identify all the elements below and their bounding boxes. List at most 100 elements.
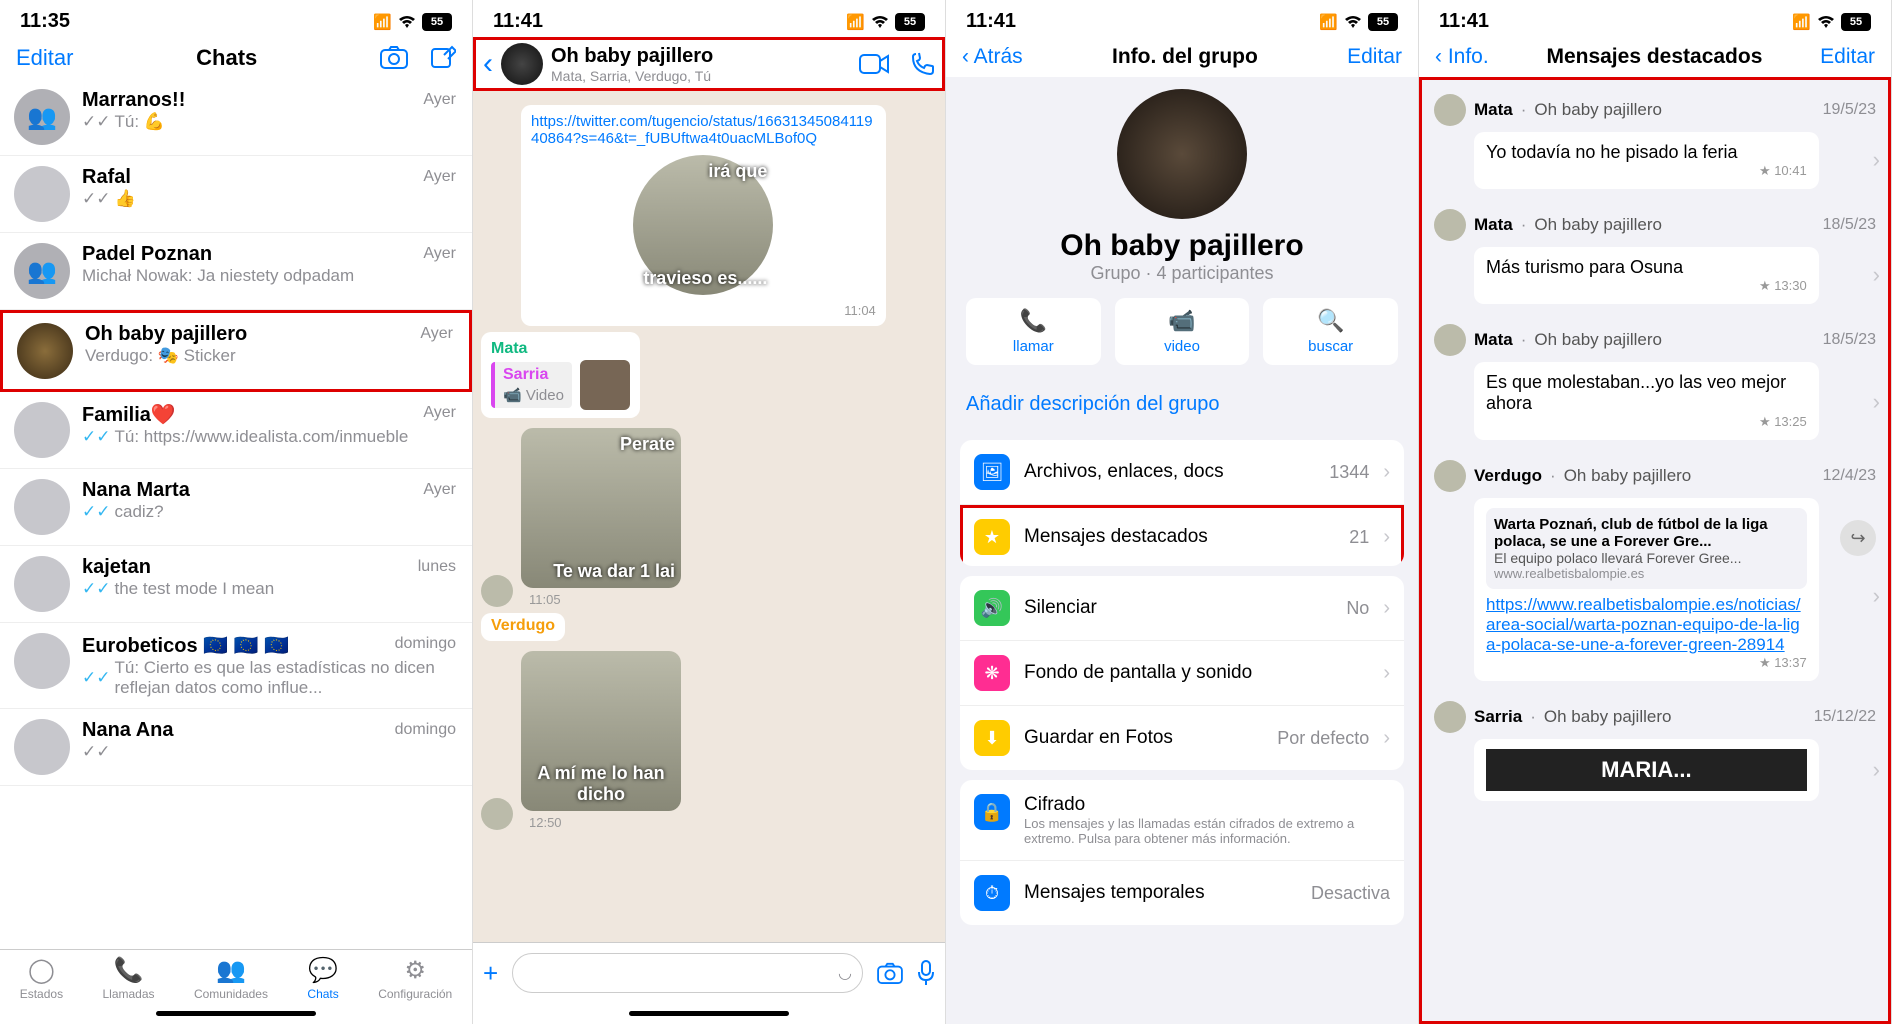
chat-name: Padel Poznan bbox=[82, 243, 458, 266]
chat-item[interactable]: Oh baby pajillero Verdugo: 🎭 Sticker Aye… bbox=[0, 310, 472, 392]
starred-bubble[interactable]: Es que molestaban...yo las veo mejor aho… bbox=[1474, 362, 1819, 440]
camera-icon[interactable] bbox=[877, 962, 903, 984]
starred-bubble[interactable]: Más turismo para Osuna★ 13:30 bbox=[1474, 247, 1819, 304]
starred-bubble[interactable]: Warta Poznań, club de fútbol de la liga … bbox=[1474, 498, 1819, 681]
plus-icon[interactable]: + bbox=[483, 958, 498, 989]
sender-avatar bbox=[1434, 324, 1466, 356]
chat-avatar bbox=[14, 633, 70, 689]
edit-button[interactable]: Editar bbox=[16, 45, 73, 71]
actions-row: 📞llamar 📹video 🔍buscar bbox=[946, 298, 1418, 365]
chat-time: domingo bbox=[395, 635, 456, 653]
starred-messages-row[interactable]: ★ Mensajes destacados 21 › bbox=[960, 505, 1404, 566]
message-input[interactable]: ◡ bbox=[512, 953, 863, 993]
sticker-icon[interactable]: ◡ bbox=[838, 963, 852, 983]
save-photos-row[interactable]: ⬇ Guardar en Fotos Por defecto › bbox=[960, 706, 1404, 770]
starred-item[interactable]: Sarria · Oh baby pajillero 15/12/22 MARI… bbox=[1426, 691, 1884, 811]
starred-bubble[interactable]: Yo todavía no he pisado la feria★ 10:41 bbox=[1474, 132, 1819, 189]
media-row[interactable]: 🖼 Archivos, enlaces, docs 1344 › bbox=[960, 440, 1404, 505]
chat-item[interactable]: kajetan ✓✓ the test mode I mean lunes bbox=[0, 546, 472, 623]
back-button[interactable]: ‹ Atrás bbox=[962, 45, 1023, 69]
chat-item[interactable]: Nana Ana ✓✓ domingo bbox=[0, 709, 472, 786]
status-time: 11:41 bbox=[966, 10, 1016, 33]
communities-icon: 👥 bbox=[216, 956, 246, 985]
chat-item[interactable]: Nana Marta ✓✓ cadiz? Ayer bbox=[0, 469, 472, 546]
home-indicator bbox=[156, 1011, 316, 1016]
sticker-caption: MARIA... bbox=[1486, 749, 1807, 791]
chat-item[interactable]: Rafal ✓✓ 👍 Ayer bbox=[0, 156, 472, 233]
video-button[interactable]: 📹video bbox=[1115, 298, 1250, 365]
group-avatar[interactable] bbox=[501, 43, 543, 85]
starred-item[interactable]: Verdugo · Oh baby pajillero 12/4/23 Wart… bbox=[1426, 450, 1884, 691]
message-bubble[interactable]: Verdugo bbox=[481, 613, 565, 641]
chat-name: Rafal bbox=[82, 166, 458, 189]
home-indicator bbox=[629, 1011, 789, 1016]
search-button[interactable]: 🔍buscar bbox=[1263, 298, 1398, 365]
forward-icon[interactable]: ↪ bbox=[1840, 520, 1876, 556]
chevron-right-icon: › bbox=[1873, 147, 1880, 173]
message-bubble[interactable]: Mata Sarria 📹 Video bbox=[481, 332, 640, 418]
starred-date: 18/5/23 bbox=[1823, 216, 1876, 234]
mic-icon[interactable] bbox=[917, 960, 935, 986]
message-time: 12:50 bbox=[529, 815, 681, 830]
message-link[interactable]: https://www.realbetisbalompie.es/noticia… bbox=[1486, 595, 1807, 655]
chat-item[interactable]: 👥 Marranos!! ✓✓ Tú: 💪 Ayer bbox=[0, 79, 472, 156]
save-icon: ⬇ bbox=[974, 720, 1010, 756]
screen-starred: 11:41 📶 55 ‹ Info. Mensajes destacados E… bbox=[1419, 0, 1892, 1024]
chat-time: Ayer bbox=[423, 245, 456, 263]
status-time: 11:41 bbox=[1439, 10, 1489, 33]
conversation-header[interactable]: ‹ Oh baby pajillero Mata, Sarria, Verdug… bbox=[473, 37, 945, 91]
group-photo[interactable] bbox=[1117, 89, 1247, 219]
status-bar: 11:41 📶 55 bbox=[473, 0, 945, 37]
group-name: Oh baby pajillero bbox=[1564, 466, 1692, 486]
chat-time: Ayer bbox=[423, 91, 456, 109]
timer-icon: ⏱ bbox=[974, 875, 1010, 911]
chat-name: Marranos!! bbox=[82, 89, 458, 112]
back-button[interactable]: ‹ Info. bbox=[1435, 45, 1489, 69]
starred-bubble[interactable]: MARIA... bbox=[1474, 739, 1819, 801]
sender-avatar bbox=[481, 575, 513, 607]
call-button[interactable]: 📞llamar bbox=[966, 298, 1101, 365]
message-link[interactable]: https://twitter.com/tugencio/status/1663… bbox=[531, 113, 876, 147]
tab-config[interactable]: ⚙Configuración bbox=[378, 956, 452, 1001]
chat-item[interactable]: Eurobeticos 🇪🇺 🇪🇺 🇪🇺 ✓✓ Tú: Cierto es qu… bbox=[0, 623, 472, 709]
sender-name: Verdugo bbox=[1474, 466, 1542, 486]
chat-preview: ✓✓ cadiz? bbox=[82, 502, 458, 522]
starred-item[interactable]: Mata · Oh baby pajillero 18/5/23 Más tur… bbox=[1426, 199, 1884, 314]
settings-icon: ⚙ bbox=[404, 956, 426, 985]
conversation-body[interactable]: https://twitter.com/tugencio/status/1663… bbox=[473, 91, 945, 942]
camera-icon[interactable] bbox=[380, 45, 408, 71]
starred-item[interactable]: Mata · Oh baby pajillero 19/5/23 Yo toda… bbox=[1426, 84, 1884, 199]
chat-avatar bbox=[14, 166, 70, 222]
status-time: 11:41 bbox=[493, 10, 543, 33]
chat-item[interactable]: Familia❤️ ✓✓ Tú: https://www.idealista.c… bbox=[0, 392, 472, 469]
sticker-image: irá quetravieso es...... bbox=[633, 155, 773, 295]
starred-header: ‹ Info. Mensajes destacados Editar bbox=[1419, 37, 1891, 77]
chat-list[interactable]: 👥 Marranos!! ✓✓ Tú: 💪 Ayer Rafal ✓✓ 👍 Ay… bbox=[0, 79, 472, 949]
mute-row[interactable]: 🔊 Silenciar No › bbox=[960, 576, 1404, 641]
encryption-row[interactable]: 🔒 Cifrado Los mensajes y las llamadas es… bbox=[960, 780, 1404, 861]
add-description-link[interactable]: Añadir descripción del grupo bbox=[946, 379, 1418, 430]
group-name: Oh baby pajillero bbox=[1534, 215, 1662, 235]
tab-estados[interactable]: ◯Estados bbox=[20, 956, 63, 1001]
edit-button[interactable]: Editar bbox=[1820, 45, 1875, 69]
starred-item[interactable]: Mata · Oh baby pajillero 18/5/23 Es que … bbox=[1426, 314, 1884, 450]
chevron-right-icon: › bbox=[1383, 461, 1390, 484]
wallpaper-row[interactable]: ❋ Fondo de pantalla y sonido › bbox=[960, 641, 1404, 706]
status-bar: 11:41 📶 55 bbox=[946, 0, 1418, 37]
tab-comunidades[interactable]: 👥Comunidades bbox=[194, 956, 268, 1001]
status-icons: 📶 55 bbox=[373, 13, 452, 31]
tab-llamadas[interactable]: 📞Llamadas bbox=[102, 956, 154, 1001]
compose-icon[interactable] bbox=[430, 45, 456, 71]
chat-item[interactable]: 👥 Padel Poznan Michał Nowak: Ja niestety… bbox=[0, 233, 472, 310]
starred-list[interactable]: Mata · Oh baby pajillero 19/5/23 Yo toda… bbox=[1419, 77, 1891, 1024]
chat-preview: Verdugo: 🎭 Sticker bbox=[85, 346, 455, 366]
mute-icon: 🔊 bbox=[974, 590, 1010, 626]
voice-call-icon[interactable] bbox=[911, 52, 935, 76]
back-icon[interactable]: ‹ bbox=[483, 47, 493, 81]
info-body[interactable]: Oh baby pajillero Grupo · 4 participante… bbox=[946, 77, 1418, 1024]
tab-chats[interactable]: 💬Chats bbox=[307, 956, 338, 1001]
video-call-icon[interactable] bbox=[859, 54, 889, 74]
message-bubble[interactable]: https://twitter.com/tugencio/status/1663… bbox=[521, 105, 886, 326]
temporal-row[interactable]: ⏱ Mensajes temporales Desactiva bbox=[960, 861, 1404, 925]
edit-button[interactable]: Editar bbox=[1347, 45, 1402, 69]
